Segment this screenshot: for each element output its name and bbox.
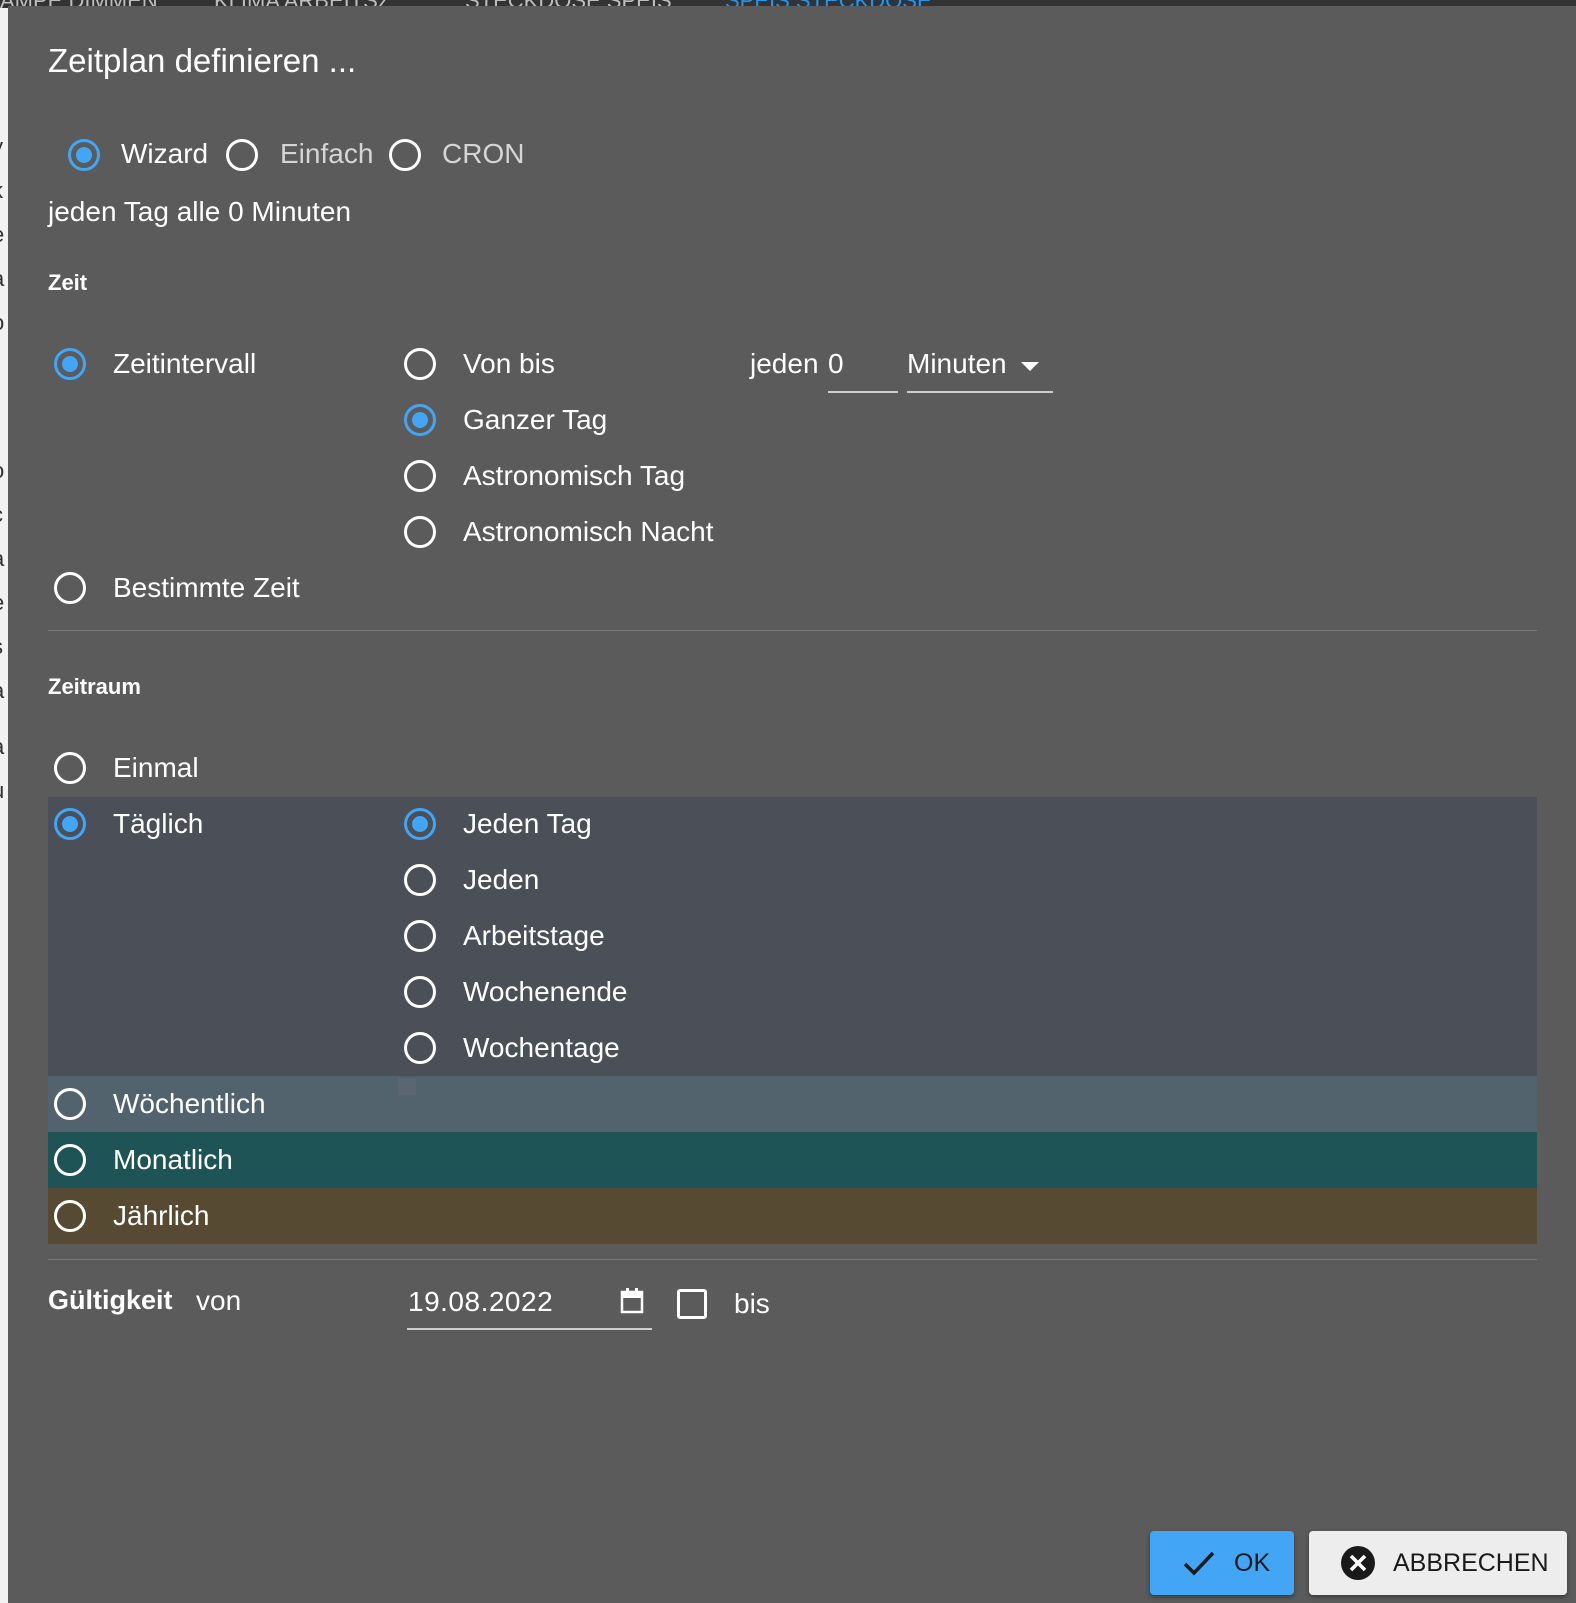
background-letter: u (0, 778, 4, 804)
radio-jaehrlich[interactable] (54, 1200, 86, 1232)
validity-date-underline (407, 1328, 652, 1330)
label-bestimmte-zeit: Bestimmte Zeit (113, 572, 300, 603)
validity-date-value[interactable]: 19.08.2022 (408, 1285, 553, 1319)
until-checkbox[interactable] (677, 1289, 707, 1319)
radio-bestimmte-zeit[interactable] (54, 572, 86, 604)
check-icon (1183, 1551, 1215, 1576)
schedule-summary: jeden Tag alle 0 Minuten (48, 196, 352, 227)
radio-jeden-tag[interactable] (404, 808, 436, 840)
label-jeden-interval: jeden (750, 348, 819, 379)
background-letter: a (0, 546, 4, 572)
background-letter: e (0, 222, 4, 248)
label-ganzer-tag: Ganzer Tag (463, 404, 608, 435)
label-monatlich: Monatlich (113, 1144, 233, 1175)
interval-value[interactable]: 0 (828, 347, 844, 381)
background-letter: c (0, 502, 3, 528)
label-jaehrlich: Jährlich (113, 1200, 210, 1231)
radio-arbeitstage[interactable] (404, 920, 436, 952)
section-divider (48, 630, 1537, 631)
mode-label-einfach: Einfach (280, 138, 374, 169)
resize-handle (398, 1078, 416, 1095)
label-jeden-tag: Jeden Tag (463, 808, 592, 839)
weekly-band (48, 1076, 1537, 1132)
radio-jeden[interactable] (404, 864, 436, 896)
background-letter: e (0, 590, 4, 616)
background-letter: a (0, 734, 4, 760)
dialog-title: Zeitplan definieren ... (48, 42, 357, 79)
ok-button-label: OK (1234, 1549, 1271, 1577)
section-heading-zeitraum: Zeitraum (48, 674, 141, 699)
unit-select-value: Minuten (907, 348, 1007, 379)
close-circle-icon (1341, 1546, 1375, 1580)
background-letter: o (0, 458, 4, 484)
background-side-strip: y k e a o i r o c a e s a a u (0, 8, 8, 1603)
chevron-down-icon (1021, 362, 1039, 371)
radio-taeglich[interactable] (54, 808, 86, 840)
label-arbeitstage: Arbeitstage (463, 920, 605, 951)
background-letter: k (0, 178, 3, 204)
radio-monatlich[interactable] (54, 1144, 86, 1176)
background-letter: s (0, 634, 3, 660)
background-letter: a (0, 678, 4, 704)
radio-astronomisch-nacht[interactable] (404, 516, 436, 548)
background-letter: a (0, 266, 4, 292)
background-letter: o (0, 310, 4, 336)
background-letter: y (0, 134, 3, 160)
monthly-band (48, 1132, 1537, 1188)
mode-label-wizard: Wizard (121, 138, 209, 169)
daily-options-panel (48, 797, 1537, 1076)
radio-einmal[interactable] (54, 752, 86, 784)
radio-cron[interactable] (389, 139, 421, 171)
radio-einfach[interactable] (226, 139, 258, 171)
radio-wochentage[interactable] (404, 1032, 436, 1064)
cancel-button-label: ABBRECHEN (1393, 1549, 1549, 1577)
interval-input-underline (828, 391, 898, 393)
cancel-button[interactable]: ABBRECHEN (1309, 1531, 1567, 1595)
radio-wochenende[interactable] (404, 976, 436, 1008)
validity-from-label: von (196, 1285, 242, 1316)
radio-von-bis[interactable] (404, 348, 436, 380)
ok-button[interactable]: OK (1150, 1531, 1294, 1595)
radio-zeitintervall[interactable] (54, 348, 86, 380)
section-heading-zeit: Zeit (48, 270, 88, 295)
label-astronomisch-nacht: Astronomisch Nacht (463, 516, 714, 547)
yearly-band (48, 1188, 1537, 1244)
label-einmal: Einmal (113, 752, 199, 783)
unit-select-underline (907, 391, 1053, 393)
label-wochentage: Wochentage (463, 1032, 620, 1063)
radio-woechentlich[interactable] (54, 1088, 86, 1120)
label-taeglich: Täglich (113, 808, 204, 839)
label-zeitintervall: Zeitintervall (113, 348, 257, 379)
calendar-icon[interactable] (620, 1288, 644, 1314)
schedule-dialog: Zeitplan definieren ... Wizard Einfach C… (8, 6, 1576, 1603)
label-jeden: Jeden (463, 864, 540, 895)
section-divider (48, 1259, 1537, 1260)
label-von-bis: Von bis (463, 348, 555, 379)
radio-wizard[interactable] (68, 139, 100, 171)
mode-label-cron: CRON (442, 138, 525, 169)
validity-heading: Gültigkeit (48, 1285, 173, 1315)
label-wochenende: Wochenende (463, 976, 628, 1007)
label-astronomisch-tag: Astronomisch Tag (463, 460, 686, 491)
radio-ganzer-tag[interactable] (404, 404, 436, 436)
validity-until-label: bis (734, 1288, 770, 1319)
radio-astronomisch-tag[interactable] (404, 460, 436, 492)
label-woechentlich: Wöchentlich (113, 1088, 266, 1119)
